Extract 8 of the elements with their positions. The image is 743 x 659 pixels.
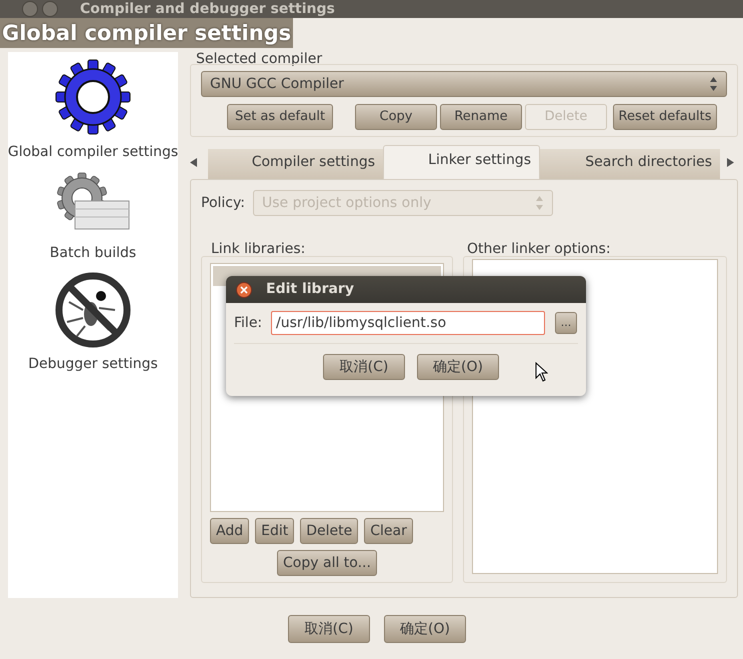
window-title: Compiler and debugger settings [80,2,335,16]
page-heading: Global compiler settings [0,18,294,48]
group-label: Link libraries: [211,240,306,258]
file-label: File: [234,314,264,332]
dialog-title: Edit library [266,280,354,299]
policy-label: Policy: [201,194,246,212]
group-label: Selected compiler [196,50,322,68]
group-label: Other linker options: [467,240,611,258]
